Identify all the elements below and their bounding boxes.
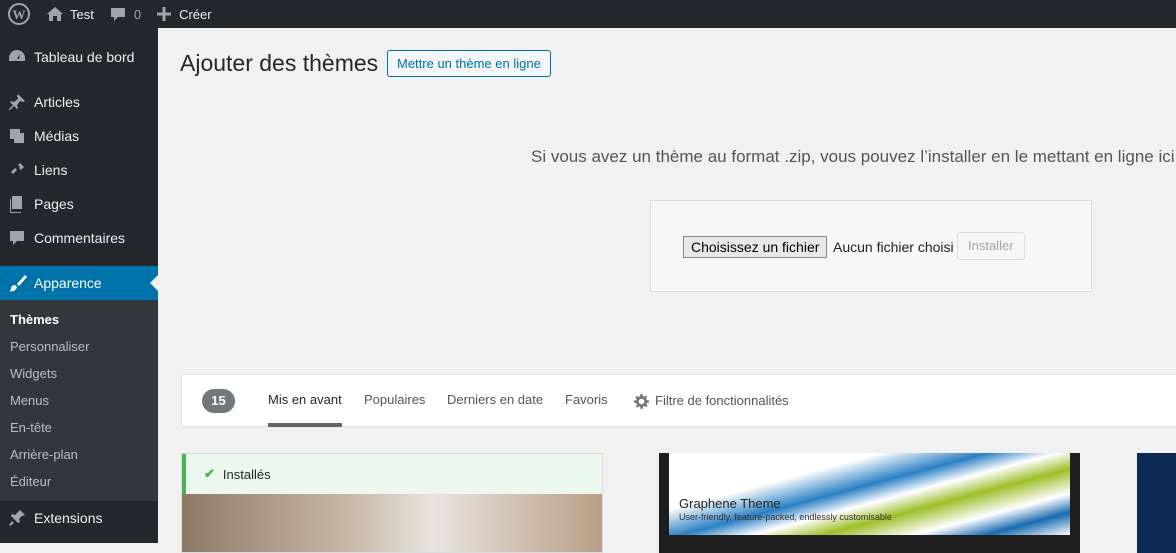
- theme-tagline: User-friendly, feature-packed, endlessly…: [679, 512, 892, 522]
- menu-pages[interactable]: Pages: [0, 187, 158, 221]
- page-title: Ajouter des thèmes: [180, 50, 379, 76]
- comment-count: 0: [133, 6, 142, 22]
- theme-card-3[interactable]: [1137, 453, 1176, 553]
- menu-comments[interactable]: Commentaires: [0, 221, 158, 255]
- menu-label: Apparence: [34, 275, 102, 291]
- media-icon: [10, 129, 24, 143]
- menu-label: Articles: [34, 94, 80, 110]
- submenu-background[interactable]: Arrière-plan: [0, 441, 158, 468]
- dashboard-icon: [9, 50, 25, 61]
- menu-label: Médias: [34, 128, 80, 144]
- upload-instructions: Si vous avez un thème au format .zip, vo…: [531, 147, 1176, 166]
- installed-label: Installés: [222, 466, 271, 482]
- home-icon: [47, 7, 63, 21]
- theme-card-graphene[interactable]: Graphene Theme User-friendly, feature-pa…: [659, 453, 1080, 553]
- site-link[interactable]: Test: [38, 0, 102, 28]
- wordpress-logo-icon[interactable]: W: [0, 0, 38, 28]
- paintbrush-icon: [9, 275, 27, 292]
- tab-favorites[interactable]: Favoris: [565, 375, 608, 427]
- menu-plugins[interactable]: Extensions: [0, 501, 158, 535]
- installed-notice: ✔ Installés: [182, 454, 602, 494]
- no-file-label: Aucun fichier choisi: [833, 239, 954, 255]
- theme-card-installed[interactable]: ✔ Installés: [181, 453, 603, 553]
- svg-text:W: W: [13, 7, 26, 22]
- tab-featured[interactable]: Mis en avant: [268, 375, 342, 427]
- theme-filter-bar: 15 Mis en avant Populaires Derniers en d…: [181, 374, 1176, 427]
- theme-title: Graphene Theme: [679, 496, 781, 511]
- feature-filter-label: Filtre de fonctionnalités: [655, 393, 789, 408]
- plugin-icon: [9, 510, 25, 526]
- tab-popular[interactable]: Populaires: [364, 375, 425, 427]
- new-content-link[interactable]: Créer: [149, 0, 220, 28]
- menu-label: Tableau de bord: [34, 49, 135, 65]
- theme-screenshot: Graphene Theme User-friendly, feature-pa…: [659, 453, 1080, 553]
- submenu-themes[interactable]: Thèmes: [0, 306, 158, 333]
- menu-label: Pages: [34, 196, 74, 212]
- menu-dashboard[interactable]: Tableau de bord: [0, 40, 158, 74]
- admin-bar: W Test 0 Créer: [0, 0, 1176, 28]
- submenu-customize[interactable]: Personnaliser: [0, 333, 158, 360]
- menu-label: Extensions: [34, 510, 103, 526]
- menu-label: Commentaires: [34, 230, 126, 246]
- submenu-header[interactable]: En-tête: [0, 414, 158, 441]
- install-button[interactable]: Installer: [957, 232, 1025, 260]
- comments-link[interactable]: 0: [102, 0, 149, 28]
- link-icon: [11, 163, 24, 174]
- feature-filter-button[interactable]: Filtre de fonctionnalités: [634, 375, 789, 427]
- new-label: Créer: [179, 6, 212, 22]
- menu-links[interactable]: Liens: [0, 153, 158, 187]
- theme-screenshot: [182, 494, 602, 552]
- menu-appearance[interactable]: Apparence: [0, 266, 158, 300]
- pages-icon: [10, 196, 22, 213]
- plus-icon: [157, 7, 172, 21]
- submenu-editor[interactable]: Éditeur: [0, 468, 158, 495]
- choose-file-button[interactable]: Choisissez un fichier: [683, 236, 828, 258]
- theme-count-badge: 15: [202, 389, 235, 413]
- menu-posts[interactable]: Articles: [0, 85, 158, 119]
- upload-theme-button[interactable]: Mettre un thème en ligne: [387, 50, 551, 77]
- admin-sidebar: Tableau de bord Articles Médias Liens Pa…: [0, 28, 158, 543]
- menu-label: Liens: [34, 162, 68, 178]
- check-icon: ✔: [204, 466, 215, 481]
- tab-latest[interactable]: Derniers en date: [447, 375, 543, 427]
- gear-icon: [634, 393, 649, 409]
- comment-icon: [10, 231, 24, 245]
- appearance-submenu: Thèmes Personnaliser Widgets Menus En-tê…: [0, 300, 158, 501]
- comment-icon: [110, 8, 125, 21]
- pin-icon: [9, 94, 25, 110]
- menu-media[interactable]: Médias: [0, 119, 158, 153]
- site-name: Test: [70, 6, 94, 22]
- upload-form: Choisissez un fichier Aucun fichier choi…: [650, 200, 1092, 292]
- submenu-widgets[interactable]: Widgets: [0, 360, 158, 387]
- submenu-menus[interactable]: Menus: [0, 387, 158, 414]
